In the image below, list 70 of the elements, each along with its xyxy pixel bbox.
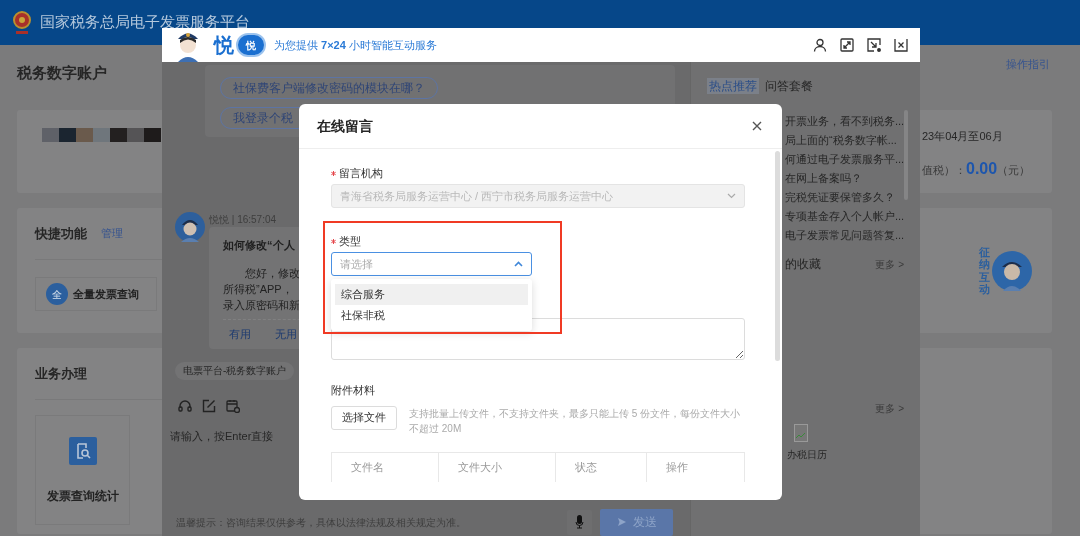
question-link[interactable]: 何通过电子发票服务平... — [785, 150, 920, 169]
question-link[interactable]: 在网上备案吗？ — [785, 169, 920, 188]
sidebar-tab[interactable]: 热点推荐 — [707, 78, 759, 94]
mascot-icon — [992, 250, 1032, 291]
field-label: 附件材料 — [331, 383, 376, 398]
calendar-clock-icon[interactable] — [226, 398, 240, 413]
brand-badge: 悦 — [236, 33, 266, 57]
microphone-button[interactable] — [567, 509, 592, 535]
business-tile[interactable]: 发票查询统计 — [35, 415, 130, 525]
question-link[interactable]: 完税凭证要保管多久？ — [785, 188, 920, 207]
section-title: 业务办理 — [35, 364, 87, 383]
field-label: 留言机构 — [339, 165, 383, 181]
message-title: 如何修改“个人 — [223, 238, 295, 252]
microphone-icon — [575, 515, 584, 529]
question-link[interactable]: 开票业务，看不到税务... — [785, 112, 920, 131]
headset-icon[interactable] — [178, 398, 192, 413]
minimize-icon[interactable] — [867, 38, 881, 52]
quick-item-label: 全量发票查询 — [73, 286, 139, 302]
quick-item[interactable]: 全 全量发票查询 — [35, 277, 157, 311]
favorites-title: 的收藏 — [785, 256, 821, 273]
message-text: 您好，修改 — [244, 266, 300, 281]
tax-unit: （元） — [997, 162, 1031, 178]
select-field[interactable]: 请选择 — [331, 252, 532, 276]
tax-amount: 0.00 — [966, 158, 998, 179]
section-title: 快捷功能 — [35, 224, 87, 243]
brand-name: 悦 — [214, 33, 234, 58]
context-chip: 电票平台-税务数字账户 — [175, 361, 295, 380]
field-label: 类型 — [339, 233, 361, 249]
mascot-label: 征纳互动 — [979, 246, 990, 295]
send-icon — [616, 517, 627, 527]
site-title: 国家税务总局电子发票服务平台 — [40, 12, 250, 33]
avatar-icon — [175, 212, 205, 242]
manage-link[interactable]: 管理 — [101, 225, 123, 242]
emblem-icon — [12, 9, 32, 36]
column-header: 文件名 — [332, 452, 439, 482]
upload-hint: 支持批量上传文件，不支持文件夹，最多只能上传 5 份文件，每份文件大小不超过 20M — [409, 406, 742, 436]
calendar-link[interactable]: 办税日历 — [787, 447, 827, 462]
broken-image-icon — [794, 424, 808, 442]
close-icon[interactable] — [894, 38, 908, 52]
question-link[interactable]: 局上面的“税务数字帐... — [785, 131, 920, 150]
business-tile-label: 发票查询统计 — [46, 488, 119, 505]
question-link[interactable]: 专项基金存入个人帐户... — [785, 207, 920, 226]
chevron-down-icon — [727, 193, 736, 199]
expand-icon[interactable] — [840, 38, 854, 52]
user-icon[interactable] — [813, 38, 827, 52]
feedback-link[interactable]: 有用 — [229, 326, 251, 343]
message-text: 录入原密码和新 — [223, 298, 300, 313]
close-icon — [752, 121, 762, 131]
close-button[interactable] — [750, 119, 764, 133]
document-search-icon — [68, 437, 97, 465]
guide-link[interactable]: 操作指引 — [1006, 56, 1050, 73]
message-input[interactable]: 请输入，按Enter直接 — [170, 428, 370, 445]
dropdown-option[interactable]: 社保非税 — [335, 305, 528, 326]
page-title: 税务数字账户 — [17, 63, 107, 83]
column-header: 操作 — [665, 460, 689, 476]
feedback-link[interactable]: 无用 — [275, 326, 297, 343]
period-text: 23年04月至06月 — [922, 129, 1004, 144]
scrollbar[interactable] — [775, 151, 780, 361]
quick-item-icon: 全 — [46, 283, 68, 305]
dialog-title: 在线留言 — [317, 116, 373, 136]
column-header: 文件大小 — [439, 452, 556, 482]
column-header: 状态 — [556, 452, 647, 482]
tagline: 为您提供 7×24 小时智能互动服务 — [274, 37, 437, 53]
message-text: 所得税”APP， — [223, 282, 293, 297]
choose-file-button[interactable]: 选择文件 — [331, 405, 397, 430]
edit-icon[interactable] — [202, 398, 216, 413]
dropdown-option[interactable]: 综合服务 — [335, 284, 528, 305]
sidebar-tab[interactable]: 问答套餐 — [763, 78, 815, 94]
chevron-up-icon — [514, 261, 523, 267]
tax-label: 值税）： — [922, 162, 966, 178]
